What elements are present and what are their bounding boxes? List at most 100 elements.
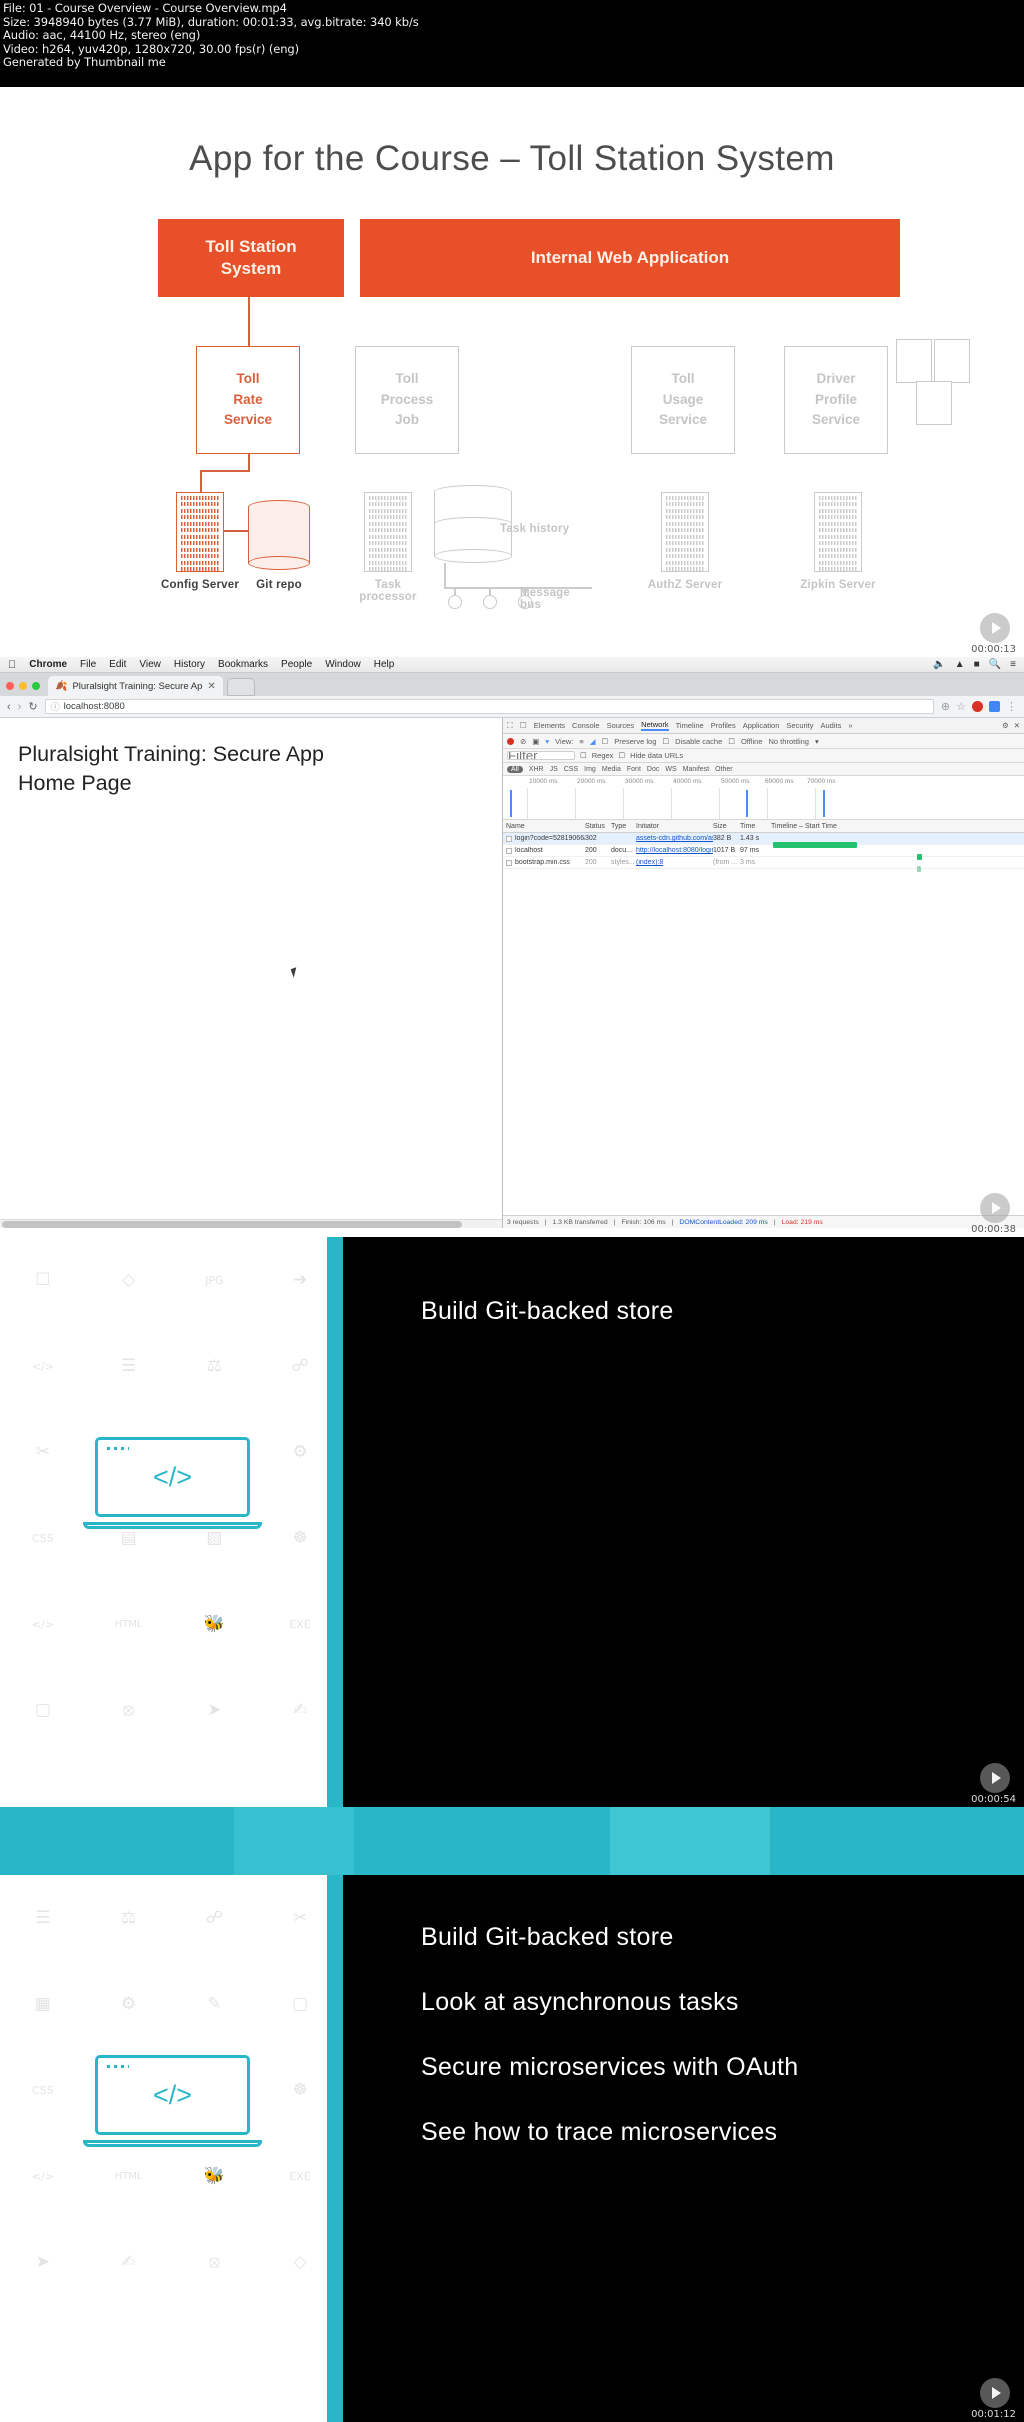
play-overlay-icon[interactable] bbox=[980, 1763, 1010, 1793]
type-filter-img[interactable]: Img bbox=[584, 766, 596, 773]
doodle-icon: ⦻ bbox=[208, 2252, 220, 2272]
disable-cache-checkbox[interactable]: ☐ bbox=[662, 737, 669, 746]
menu-help[interactable]: Help bbox=[374, 659, 395, 670]
devtools-tab-security[interactable]: Security bbox=[786, 721, 813, 730]
view-waterfall-icon[interactable]: ◢ bbox=[590, 737, 596, 746]
column-header-initiator[interactable]: Initiator bbox=[636, 823, 713, 830]
cell-initiator[interactable]: assets-cdn.github.com/assets/cl bbox=[636, 835, 713, 842]
type-filter-ws[interactable]: WS bbox=[665, 766, 676, 773]
menu-view[interactable]: View bbox=[139, 659, 161, 670]
table-row[interactable]: localhost 200 docu... http://localhost:8… bbox=[503, 845, 1024, 860]
new-tab-button[interactable] bbox=[226, 678, 255, 696]
status-transferred: 1.3 KB transferred bbox=[552, 1218, 608, 1226]
extension-blue-icon[interactable] bbox=[989, 701, 1000, 712]
devtools-settings-icon[interactable]: ⚙ bbox=[1002, 721, 1009, 730]
close-tab-icon[interactable]: ✕ bbox=[207, 681, 215, 692]
devtools-tab-application[interactable]: Application bbox=[743, 721, 780, 730]
play-overlay-icon[interactable] bbox=[980, 2378, 1010, 2408]
maximize-window-button[interactable] bbox=[32, 682, 40, 690]
battery-icon[interactable]: ■ bbox=[974, 659, 980, 670]
devtools-tab-elements[interactable]: Elements bbox=[534, 721, 565, 730]
throttling-select[interactable]: No throttling bbox=[769, 737, 809, 746]
clear-button-icon[interactable]: ⊘ bbox=[520, 737, 526, 746]
window-controls[interactable] bbox=[6, 682, 40, 696]
type-filter-doc[interactable]: Doc bbox=[647, 766, 659, 773]
service-line-2: Usage bbox=[662, 391, 704, 407]
minimize-window-button[interactable] bbox=[19, 682, 27, 690]
caption-line-1: Message bbox=[520, 587, 570, 599]
device-toolbar-icon[interactable]: ☐ bbox=[520, 721, 527, 730]
caption-task-processor: Task processor bbox=[338, 579, 438, 603]
menu-bookmarks[interactable]: Bookmarks bbox=[218, 659, 268, 670]
type-filter-media[interactable]: Media bbox=[602, 766, 621, 773]
chrome-menu-icon[interactable]: ⋮ bbox=[1006, 700, 1017, 713]
cell-initiator[interactable]: http://localhost:8080/login?cod bbox=[636, 847, 713, 854]
hide-data-urls-checkbox[interactable]: ☐ bbox=[618, 751, 625, 760]
objective-line: Build Git-backed store bbox=[421, 1297, 674, 1325]
throttling-chevron-down-icon[interactable]: ▾ bbox=[815, 737, 819, 746]
column-header-name[interactable]: Name bbox=[503, 823, 585, 830]
play-overlay-icon[interactable] bbox=[980, 1193, 1010, 1223]
type-filter-all[interactable]: All bbox=[507, 765, 523, 773]
devtools-tab-audits[interactable]: Audits bbox=[821, 721, 842, 730]
type-filter-js[interactable]: JS bbox=[550, 766, 558, 773]
devtools-tab-console[interactable]: Console bbox=[572, 721, 600, 730]
address-bar[interactable]: ⓘ localhost:8080 bbox=[44, 699, 934, 714]
devtools-tab-network[interactable]: Network bbox=[641, 720, 669, 731]
column-header-time[interactable]: Time bbox=[740, 823, 767, 830]
back-button[interactable]: ‹ bbox=[7, 701, 11, 713]
menu-file[interactable]: File bbox=[80, 659, 96, 670]
search-icon[interactable]: 🔍 bbox=[989, 659, 1001, 670]
devtools-tab-sources[interactable]: Sources bbox=[607, 721, 635, 730]
filter-funnel-icon[interactable]: ▾ bbox=[545, 737, 549, 746]
chrome-toolbar: ‹ › ↻ ⓘ localhost:8080 ⊕ ☆ ⋮ bbox=[0, 696, 1024, 718]
menu-edit[interactable]: Edit bbox=[109, 659, 126, 670]
view-list-icon[interactable]: ≡ bbox=[579, 737, 583, 746]
menu-window[interactable]: Window bbox=[325, 659, 361, 670]
type-filter-other[interactable]: Other bbox=[715, 766, 733, 773]
play-overlay-icon[interactable] bbox=[980, 613, 1010, 643]
close-window-button[interactable] bbox=[6, 682, 14, 690]
type-filter-xhr[interactable]: XHR bbox=[529, 766, 544, 773]
cell-initiator[interactable]: (index):8 bbox=[636, 859, 713, 866]
menu-icon[interactable]: ≡ bbox=[1010, 659, 1016, 670]
wifi-icon[interactable]: ▲ bbox=[955, 659, 965, 670]
devtools-tab-profiles[interactable]: Profiles bbox=[711, 721, 736, 730]
zoom-icon[interactable]: ⊕ bbox=[941, 700, 950, 713]
menu-history[interactable]: History bbox=[174, 659, 205, 670]
horizontal-scrollbar[interactable] bbox=[0, 1219, 502, 1228]
devtools-overflow-icon[interactable]: » bbox=[848, 721, 852, 730]
menu-chrome[interactable]: Chrome bbox=[29, 659, 67, 670]
timeline-marker-1 bbox=[510, 790, 512, 817]
table-row[interactable]: login?code=52819066a07b... 302 assets-cd… bbox=[503, 833, 1024, 848]
column-header-timeline[interactable]: Timeline – Start Time bbox=[767, 823, 1024, 830]
devtools-close-icon[interactable]: ✕ bbox=[1014, 721, 1020, 730]
record-button[interactable] bbox=[507, 737, 514, 745]
inspect-element-icon[interactable]: ⛶ bbox=[507, 721, 513, 731]
regex-checkbox[interactable]: ☐ bbox=[580, 751, 587, 760]
type-filter-css[interactable]: CSS bbox=[564, 766, 578, 773]
extension-badge-icon[interactable] bbox=[972, 701, 983, 712]
page-info-icon[interactable]: ⓘ bbox=[51, 700, 60, 713]
filter-input[interactable] bbox=[507, 751, 575, 760]
column-header-size[interactable]: Size bbox=[713, 823, 740, 830]
browser-tab[interactable]: 🍂 Pluralsight Training: Secure Ap ✕ bbox=[48, 676, 223, 696]
laptop-screen-code-icon: </> bbox=[95, 1437, 250, 1517]
capture-screenshots-icon[interactable]: ▣ bbox=[532, 737, 539, 746]
volume-icon[interactable]: 🔈 bbox=[933, 659, 945, 670]
reload-button[interactable]: ↻ bbox=[28, 700, 37, 713]
column-header-type[interactable]: Type bbox=[611, 823, 636, 830]
type-filter-font[interactable]: Font bbox=[627, 766, 641, 773]
column-header-status[interactable]: Status bbox=[585, 823, 611, 830]
devtools-tab-timeline[interactable]: Timeline bbox=[676, 721, 704, 730]
page-heading-line-1: Pluralsight Training: Secure App bbox=[18, 742, 324, 766]
type-filter-manifest[interactable]: Manifest bbox=[683, 766, 709, 773]
teal-accent-strip bbox=[327, 1875, 343, 2422]
table-row[interactable]: bootstrap.min.css 200 styles... (index):… bbox=[503, 857, 1024, 872]
preserve-log-checkbox[interactable]: ☐ bbox=[602, 737, 609, 746]
bookmark-star-icon[interactable]: ☆ bbox=[956, 700, 966, 713]
offline-checkbox[interactable]: ☐ bbox=[728, 737, 735, 746]
menu-people[interactable]: People bbox=[281, 659, 312, 670]
apple-logo-icon[interactable]:  bbox=[8, 659, 16, 671]
forward-button[interactable]: › bbox=[18, 701, 22, 713]
